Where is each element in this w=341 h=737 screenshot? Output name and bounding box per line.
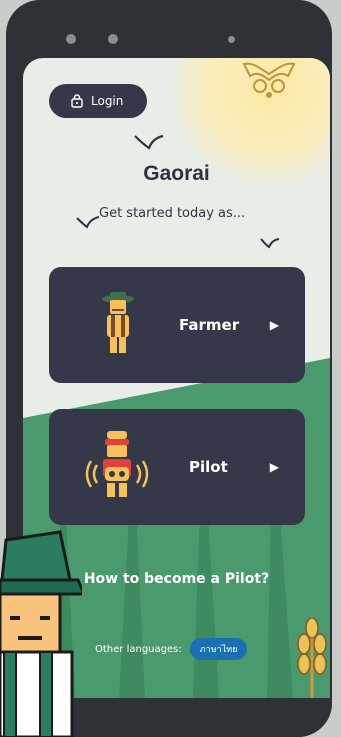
language-selector: Other languages: ภาษาไทย [95, 638, 248, 660]
pilot-role-card[interactable]: Pilot ▶ [49, 409, 305, 525]
subtitle: Get started today as... [99, 206, 246, 221]
camera-dot-icon [66, 34, 76, 44]
other-languages-label: Other languages: [95, 643, 182, 655]
speaker-dot-icon [228, 36, 235, 43]
phone-top-bezel [6, 0, 332, 60]
sensor-dot-icon [108, 34, 118, 44]
pilot-label: Pilot [189, 458, 228, 476]
chevron-right-icon: ▶ [269, 318, 279, 332]
farmer-mascot-icon [0, 530, 82, 737]
gaorai-logo-icon [242, 62, 296, 98]
bird-icon [134, 134, 164, 150]
app-title: Gaorai [143, 162, 210, 185]
farmer-label: Farmer [179, 316, 240, 334]
lock-icon [71, 94, 83, 108]
chevron-right-icon: ▶ [269, 460, 279, 474]
bird-icon [260, 238, 280, 249]
farmer-role-card[interactable]: Farmer ▶ [49, 267, 305, 383]
login-label: Login [91, 94, 124, 108]
pilot-icon [85, 431, 149, 497]
farmer-icon [102, 292, 134, 353]
login-button[interactable]: Login [49, 84, 147, 118]
wheat-icon [297, 618, 327, 698]
thai-language-button[interactable]: ภาษาไทย [189, 638, 248, 660]
bird-icon [76, 216, 100, 229]
